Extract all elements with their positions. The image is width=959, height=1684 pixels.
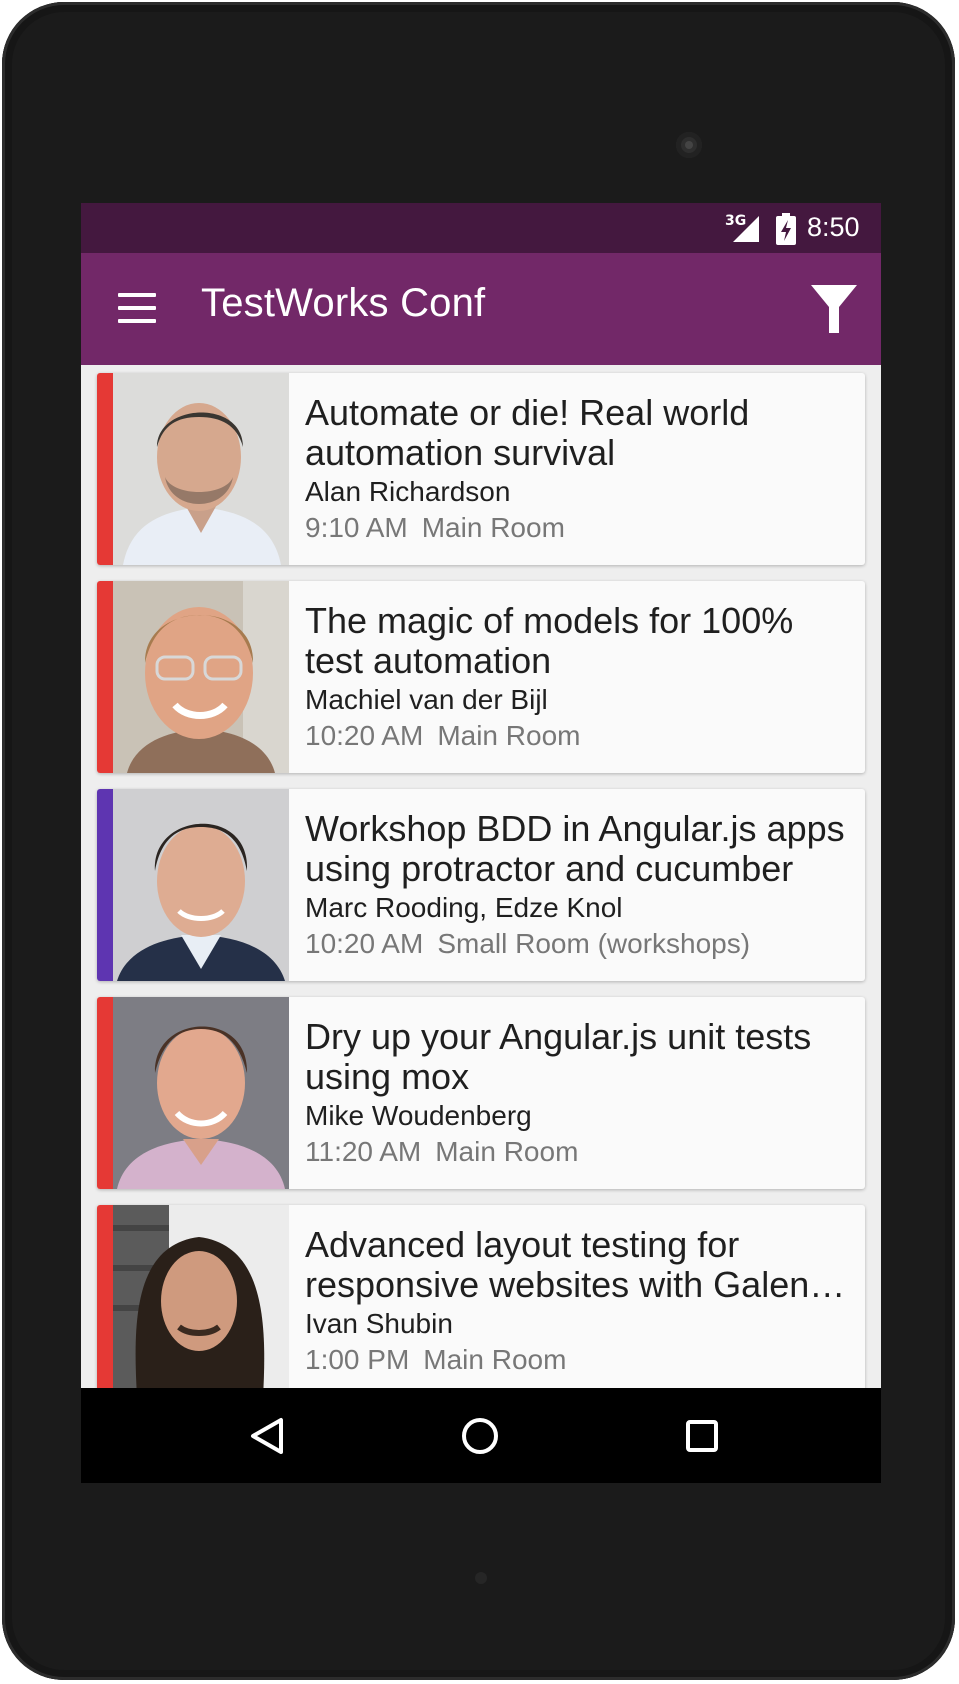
status-bar: 3G 8:50 xyxy=(81,203,881,253)
session-room: Main Room xyxy=(437,720,581,751)
recents-square-icon[interactable] xyxy=(685,1419,719,1453)
session-time: 9:10 AM xyxy=(305,512,408,543)
session-time: 10:20 AM xyxy=(305,928,424,959)
session-title: Workshop BDD in Angular.js apps using pr… xyxy=(305,809,845,889)
session-title: Advanced layout testing for responsive w… xyxy=(305,1225,846,1305)
session-room: Small Room (workshops) xyxy=(437,928,751,959)
session-speaker: Marc Rooding, Edze Knol xyxy=(305,892,623,923)
session-card[interactable]: Advanced layout testing for responsive w… xyxy=(97,1205,865,1397)
session-meta: 9:10 AM Main Room xyxy=(305,510,855,546)
session-card[interactable]: Dry up your Angular.js unit tests using … xyxy=(97,997,865,1189)
session-time: 11:20 AM xyxy=(305,1136,422,1167)
front-camera xyxy=(676,132,702,158)
home-circle-icon[interactable] xyxy=(460,1416,500,1456)
session-meta: 10:20 AM Small Room (workshops) xyxy=(305,926,855,962)
session-title: Dry up your Angular.js unit tests using … xyxy=(305,1017,812,1097)
light-sensor xyxy=(475,1572,487,1584)
track-color-bar xyxy=(97,789,113,981)
app-title: TestWorks Conf xyxy=(201,281,486,325)
signal-icon xyxy=(733,216,759,242)
speaker-photo xyxy=(113,581,289,773)
session-card[interactable]: The magic of models for 100% test automa… xyxy=(97,581,865,773)
speaker-photo xyxy=(113,373,289,565)
screen: 3G 8:50 TestWorks Conf Automate or die! … xyxy=(81,203,881,1483)
filter-icon[interactable] xyxy=(809,283,859,335)
speaker-photo xyxy=(113,789,289,981)
speaker-photo xyxy=(113,1205,289,1397)
session-meta: 11:20 AM Main Room xyxy=(305,1134,855,1170)
session-title: The magic of models for 100% test automa… xyxy=(305,601,794,681)
session-time: 1:00 PM xyxy=(305,1344,410,1375)
track-color-bar xyxy=(97,581,113,773)
status-clock: 8:50 xyxy=(807,212,860,242)
session-time: 10:20 AM xyxy=(305,720,424,751)
session-room: Main Room xyxy=(421,512,565,543)
track-color-bar xyxy=(97,1205,113,1397)
track-color-bar xyxy=(97,373,113,565)
session-speaker: Ivan Shubin xyxy=(305,1308,453,1339)
session-speaker: Mike Woudenberg xyxy=(305,1100,532,1131)
session-list: Automate or die! Real world automation s… xyxy=(81,365,881,1483)
tablet-device-frame: 3G 8:50 TestWorks Conf Automate or die! … xyxy=(2,2,955,1680)
session-card[interactable]: Workshop BDD in Angular.js apps using pr… xyxy=(97,789,865,981)
session-meta: 10:20 AM Main Room xyxy=(305,718,855,754)
system-navigation-bar xyxy=(81,1388,881,1483)
back-triangle-icon[interactable] xyxy=(247,1416,287,1456)
session-room: Main Room xyxy=(423,1344,567,1375)
session-speaker: Machiel van der Bijl xyxy=(305,684,548,715)
hamburger-menu-icon[interactable] xyxy=(118,293,156,323)
battery-charging-icon xyxy=(776,213,796,245)
track-color-bar xyxy=(97,997,113,1189)
session-meta: 1:00 PM Main Room xyxy=(305,1342,855,1378)
session-card[interactable]: Automate or die! Real world automation s… xyxy=(97,373,865,565)
speaker-photo xyxy=(113,997,289,1189)
session-title: Automate or die! Real world automation s… xyxy=(305,393,750,473)
app-toolbar: TestWorks Conf xyxy=(81,253,881,365)
session-room: Main Room xyxy=(435,1136,579,1167)
session-speaker: Alan Richardson xyxy=(305,476,511,507)
